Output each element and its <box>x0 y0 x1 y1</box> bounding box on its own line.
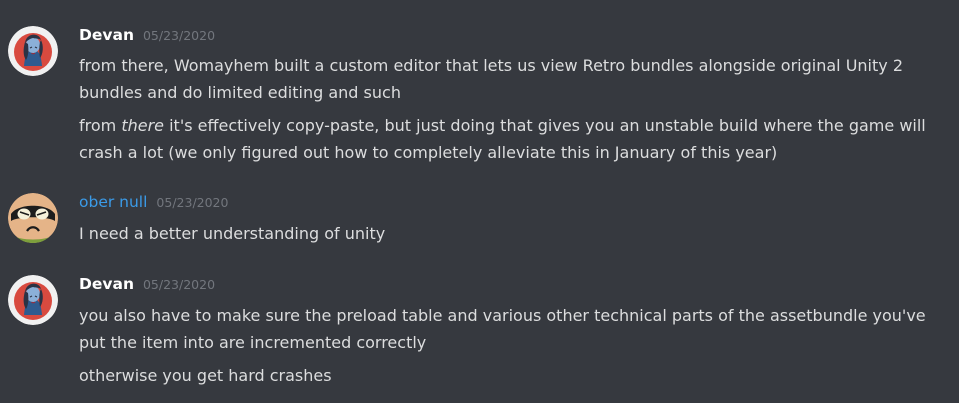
message-text-segment: it's effectively copy-paste, but just do… <box>79 116 926 162</box>
username[interactable]: Devan <box>79 26 134 44</box>
chat-message-list: Devan 05/23/2020 from there, Womayhem bu… <box>0 0 959 403</box>
message-text: I need a better understanding of unity <box>79 220 939 247</box>
message-header: ober null 05/23/2020 <box>79 193 228 215</box>
emphasis-text: there <box>121 116 165 135</box>
message-paragraph: from there, Womayhem built a custom edit… <box>79 56 903 102</box>
woman-portrait-avatar-icon <box>8 275 58 325</box>
message-text: you also have to make sure the preload t… <box>79 302 939 356</box>
timestamp[interactable]: 05/23/2020 <box>143 277 215 292</box>
sad-mask-avatar-icon <box>8 193 58 243</box>
message-text: from there, Womayhem built a custom edit… <box>79 52 939 106</box>
message-header: Devan 05/23/2020 <box>79 275 215 297</box>
message-text: from there it's effectively copy-paste, … <box>79 112 939 166</box>
user-avatar[interactable] <box>8 275 58 325</box>
message-paragraph: I need a better understanding of unity <box>79 224 386 243</box>
user-avatar[interactable] <box>8 26 58 76</box>
woman-portrait-avatar-icon <box>8 26 58 76</box>
message-text-segment: from <box>79 116 122 135</box>
timestamp[interactable]: 05/23/2020 <box>156 195 228 210</box>
username[interactable]: Devan <box>79 275 134 293</box>
user-avatar[interactable] <box>8 193 58 243</box>
username[interactable]: ober null <box>79 193 147 211</box>
message-text: otherwise you get hard crashes <box>79 362 939 389</box>
message-header: Devan 05/23/2020 <box>79 26 215 48</box>
timestamp[interactable]: 05/23/2020 <box>143 28 215 43</box>
message-paragraph: from there it's effectively copy-paste, … <box>79 112 939 166</box>
message-paragraph: you also have to make sure the preload t… <box>79 306 926 352</box>
message-paragraph: otherwise you get hard crashes <box>79 366 332 385</box>
